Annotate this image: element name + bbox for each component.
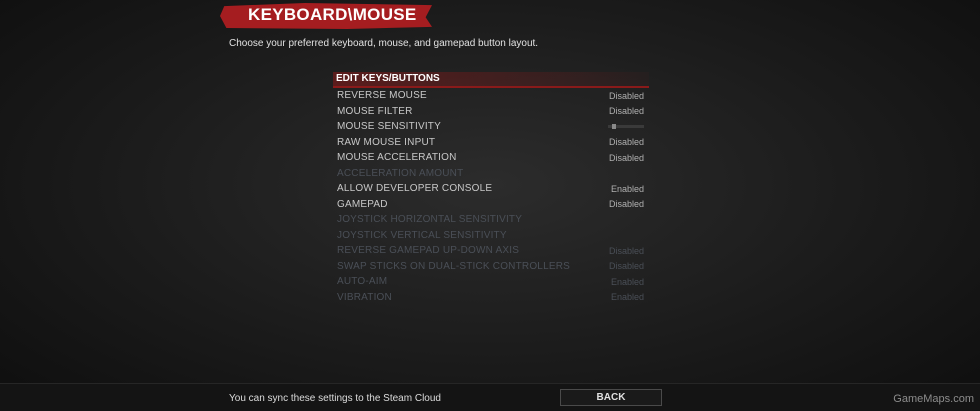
setting-swap-sticks: SWAP STICKS ON DUAL-STICK CONTROLLERS Di… bbox=[337, 259, 644, 275]
back-button[interactable]: BACK bbox=[560, 389, 662, 406]
page-title: KEYBOARD\MOUSE bbox=[248, 5, 417, 24]
setting-value[interactable]: Disabled bbox=[609, 153, 644, 163]
mouse-sensitivity-slider[interactable] bbox=[608, 124, 644, 130]
setting-value: Disabled bbox=[608, 261, 644, 272]
edit-keys-label: EDIT KEYS/BUTTONS bbox=[336, 73, 440, 84]
steam-cloud-sync-text: You can sync these settings to the Steam… bbox=[229, 393, 441, 404]
settings-list: REVERSE MOUSE Disabled MOUSE FILTER Disa… bbox=[337, 88, 644, 305]
setting-label: REVERSE MOUSE bbox=[337, 90, 427, 102]
setting-label: VIBRATION bbox=[337, 291, 392, 303]
setting-value[interactable]: Disabled bbox=[609, 137, 644, 147]
setting-vibration: VIBRATION Enabled bbox=[337, 290, 644, 306]
slider-knob[interactable] bbox=[611, 124, 616, 130]
setting-value: Disabled bbox=[608, 245, 644, 256]
setting-label: SWAP STICKS ON DUAL-STICK CONTROLLERS bbox=[337, 260, 570, 272]
setting-value[interactable]: Disabled bbox=[609, 199, 644, 209]
setting-mouse-acceleration[interactable]: MOUSE ACCELERATION Disabled bbox=[337, 150, 644, 166]
setting-value[interactable]: Disabled bbox=[609, 91, 644, 101]
setting-value: Enabled bbox=[610, 292, 644, 303]
setting-auto-aim: AUTO-AIM Enabled bbox=[337, 274, 644, 290]
setting-value: Enabled bbox=[610, 276, 644, 287]
setting-label: JOYSTICK VERTICAL SENSITIVITY bbox=[337, 229, 507, 241]
setting-allow-developer-console[interactable]: ALLOW DEVELOPER CONSOLE Enabled bbox=[337, 181, 644, 197]
setting-mouse-sensitivity[interactable]: MOUSE SENSITIVITY bbox=[337, 119, 644, 135]
setting-label: ALLOW DEVELOPER CONSOLE bbox=[337, 183, 493, 195]
setting-label: GAMEPAD bbox=[337, 198, 388, 210]
setting-label: MOUSE SENSITIVITY bbox=[337, 121, 441, 133]
setting-label: ACCELERATION AMOUNT bbox=[337, 167, 464, 179]
setting-label: RAW MOUSE INPUT bbox=[337, 136, 436, 148]
setting-label: AUTO-AIM bbox=[337, 276, 388, 288]
setting-label: MOUSE FILTER bbox=[337, 105, 413, 117]
setting-gamepad[interactable]: GAMEPAD Disabled bbox=[337, 197, 644, 213]
setting-label: MOUSE ACCELERATION bbox=[337, 152, 457, 164]
setting-mouse-filter[interactable]: MOUSE FILTER Disabled bbox=[337, 104, 644, 120]
footer-bar bbox=[0, 383, 980, 411]
setting-label: JOYSTICK HORIZONTAL SENSITIVITY bbox=[337, 214, 523, 226]
page-subtitle: Choose your preferred keyboard, mouse, a… bbox=[229, 38, 539, 49]
edit-keys-button[interactable]: EDIT KEYS/BUTTONS bbox=[333, 72, 649, 88]
watermark: GameMaps.com bbox=[893, 393, 974, 405]
setting-joystick-horizontal-sensitivity: JOYSTICK HORIZONTAL SENSITIVITY bbox=[337, 212, 644, 228]
setting-label: REVERSE GAMEPAD UP-DOWN AXIS bbox=[337, 245, 520, 257]
setting-reverse-gamepad-axis: REVERSE GAMEPAD UP-DOWN AXIS Disabled bbox=[337, 243, 644, 259]
setting-value[interactable]: Enabled bbox=[611, 184, 644, 194]
setting-value[interactable]: Disabled bbox=[609, 106, 644, 116]
setting-acceleration-amount: ACCELERATION AMOUNT bbox=[337, 166, 644, 182]
setting-reverse-mouse[interactable]: REVERSE MOUSE Disabled bbox=[337, 88, 644, 104]
setting-joystick-vertical-sensitivity: JOYSTICK VERTICAL SENSITIVITY bbox=[337, 228, 644, 244]
setting-raw-mouse-input[interactable]: RAW MOUSE INPUT Disabled bbox=[337, 135, 644, 151]
